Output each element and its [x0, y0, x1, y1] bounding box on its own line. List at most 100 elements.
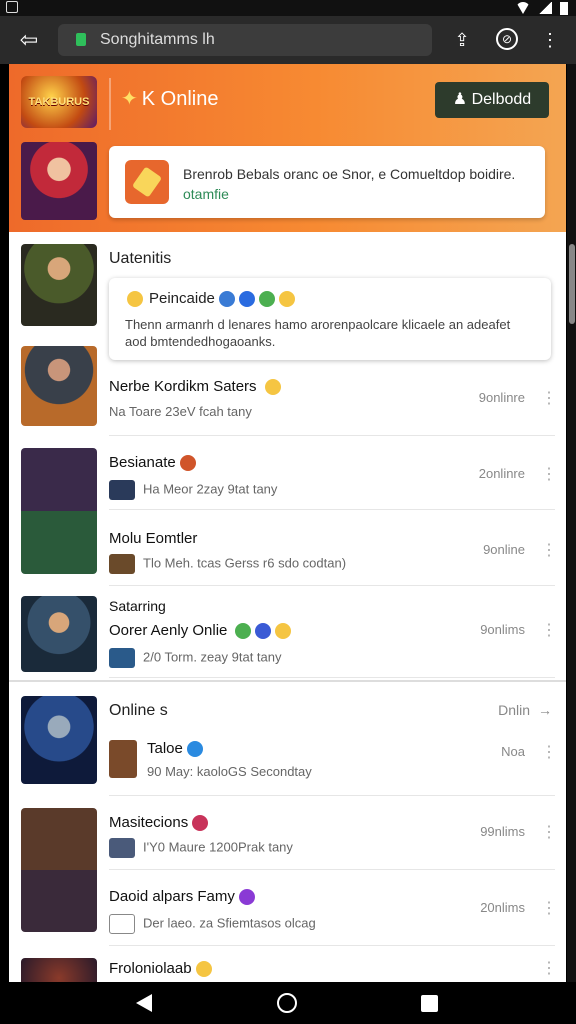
share-icon[interactable]: ⇪: [450, 28, 474, 52]
row-meta: Ha Meor 2zay 9tat tany: [143, 481, 278, 497]
notification-icon: [6, 1, 18, 13]
online-count: 9onlinre: [478, 390, 525, 405]
tooltip-popup: Peincaide Thenn armanrh d lenares hamo a…: [109, 278, 551, 360]
row-status: Satarring: [109, 598, 166, 614]
row-meta: Tlo Meh. tcas Gerss r6 sdo codtan): [143, 555, 347, 571]
emoji-icon: [255, 623, 272, 640]
avatar[interactable]: [21, 958, 97, 982]
list-item[interactable]: Nerbe Kordikm Saters Na Toare 23eV fcah …: [109, 370, 557, 436]
row-meta: 90 May: kaoloGS Secondtay: [147, 764, 312, 779]
back-arrow-icon[interactable]: ⇦: [16, 27, 42, 53]
more-vert-icon[interactable]: ⋮: [541, 620, 557, 640]
url-text: Songhitamms lh: [100, 31, 215, 48]
section-title: Online s: [109, 702, 168, 719]
emoji-icon: [275, 623, 292, 640]
row-name: Nerbe Kordikm Saters: [109, 378, 257, 395]
game-icon: [109, 740, 137, 778]
row-name: Froloniolaab: [109, 960, 192, 977]
game-icon: [109, 914, 135, 934]
more-vert-icon[interactable]: ⋮: [541, 742, 557, 762]
header-divider: [109, 78, 111, 130]
address-bar[interactable]: Songhitamms lh: [58, 24, 432, 56]
game-icon: [109, 648, 135, 668]
more-vert-icon[interactable]: ⋮: [541, 388, 557, 408]
person-icon: ♟: [452, 91, 472, 108]
brand-text: K Online: [141, 88, 219, 110]
row-meta: I'Y0 Maure 1200Prak tany: [143, 839, 293, 855]
scrollbar[interactable]: [567, 64, 576, 982]
more-vert-icon[interactable]: ⋮: [541, 958, 557, 978]
row-name: Molu Eomtler: [109, 530, 198, 547]
nav-back-icon[interactable]: [136, 994, 152, 1012]
section-title: Uatenitis: [109, 250, 172, 267]
row-meta: Na Toare 23eV fcah tany: [109, 404, 252, 419]
nav-recents-icon[interactable]: [421, 995, 438, 1012]
nav-home-icon[interactable]: [277, 993, 297, 1013]
online-count: 2onlinre: [478, 466, 525, 481]
brush-app-icon: [125, 160, 169, 204]
row-name: Daoid alpars Famy: [109, 888, 235, 905]
game-icon: [109, 554, 135, 574]
section-divider: [9, 680, 566, 682]
online-count: 9online: [483, 542, 525, 557]
row-name: Taloe: [147, 740, 183, 757]
more-vert-icon[interactable]: ⋮: [541, 464, 557, 484]
hero-avatar[interactable]: [21, 142, 97, 220]
more-vert-icon[interactable]: ⋮: [541, 540, 557, 560]
brand-label[interactable]: ✦ K Online: [121, 86, 218, 112]
list-item[interactable]: Daoid alpars Famy Der laeo. za Sfiemtaso…: [109, 880, 557, 946]
emoji-icon: [218, 291, 235, 308]
list-item[interactable]: Taloe 90 May: kaoloGS Secondtay Noa ⋮: [109, 730, 557, 796]
bulb-icon: [127, 291, 143, 308]
avatar[interactable]: [21, 346, 97, 426]
row-name: Besianate: [109, 454, 176, 471]
list-item[interactable]: Besianate Ha Meor 2zay 9tat tany 2onlinr…: [109, 444, 557, 510]
browser-toolbar: ⇦ Songhitamms lh ⇪ ⊘ ⋮: [0, 16, 576, 64]
see-all-label: Dnlin: [498, 702, 530, 718]
online-count: 99nlims: [480, 824, 525, 839]
list-item[interactable]: Satarring Oorer Aenly Onlie 2/0 Torm. ze…: [109, 594, 557, 678]
hero-banner: TAKBURUS ✦ K Online ♟ Delbodd Brenrob Beb…: [9, 64, 566, 232]
avatar[interactable]: [21, 448, 97, 574]
promo-link[interactable]: otamfie: [183, 186, 229, 202]
system-nav-bar: [0, 982, 576, 1024]
online-count: Noa: [501, 744, 525, 759]
game-icon: [109, 838, 135, 858]
more-vert-icon[interactable]: ⋮: [541, 898, 557, 918]
row-meta: Der laeo. za Sfiemtasos olcag: [143, 915, 316, 931]
emoji-icon: [235, 623, 252, 640]
list-item[interactable]: Froloniolaab ⋮: [109, 954, 557, 982]
chevron-right-icon: →: [538, 702, 552, 718]
signal-icon: [538, 2, 552, 14]
download-button[interactable]: ♟ Delbodd: [435, 82, 549, 118]
download-label: Delbodd: [471, 91, 532, 108]
emoji-icon: [238, 889, 255, 906]
online-count: 20nlims: [480, 900, 525, 915]
game-logo[interactable]: TAKBURUS: [21, 76, 97, 128]
emoji-icon: [195, 961, 212, 978]
lock-icon: [76, 33, 86, 46]
promo-text: Brenrob Bebals oranc oe Snor, e Comueltd…: [183, 166, 516, 182]
verified-icon: [186, 741, 203, 758]
promo-card[interactable]: Brenrob Bebals oranc oe Snor, e Comueltd…: [109, 146, 545, 218]
avatar[interactable]: [21, 696, 97, 784]
list-item[interactable]: Molu Eomtler Tlo Meh. tcas Gerss r6 sdo …: [109, 520, 557, 586]
emoji-icon: [238, 291, 255, 308]
row-name: Oorer Aenly Onlie: [109, 622, 228, 639]
list-item[interactable]: Masitecions I'Y0 Maure 1200Prak tany 99n…: [109, 804, 557, 870]
avatar[interactable]: [21, 596, 97, 672]
avatar[interactable]: [21, 808, 97, 932]
scroll-thumb[interactable]: [569, 244, 575, 324]
web-page: TAKBURUS ✦ K Online ♟ Delbodd Brenrob Beb…: [9, 64, 566, 982]
emoji-icon: [278, 291, 295, 308]
popup-title: Peincaide: [149, 290, 215, 307]
lens-icon[interactable]: ⊘: [496, 28, 518, 50]
avatar[interactable]: [21, 244, 97, 326]
emoji-icon: [179, 455, 196, 472]
row-meta: 2/0 Torm. zeay 9tat tany: [143, 649, 282, 665]
emoji-icon: [192, 815, 209, 832]
online-count: 9onlims: [480, 622, 525, 637]
more-vert-icon[interactable]: ⋮: [538, 28, 562, 52]
more-vert-icon[interactable]: ⋮: [541, 822, 557, 842]
see-all-link[interactable]: Dnlin →: [498, 702, 552, 718]
